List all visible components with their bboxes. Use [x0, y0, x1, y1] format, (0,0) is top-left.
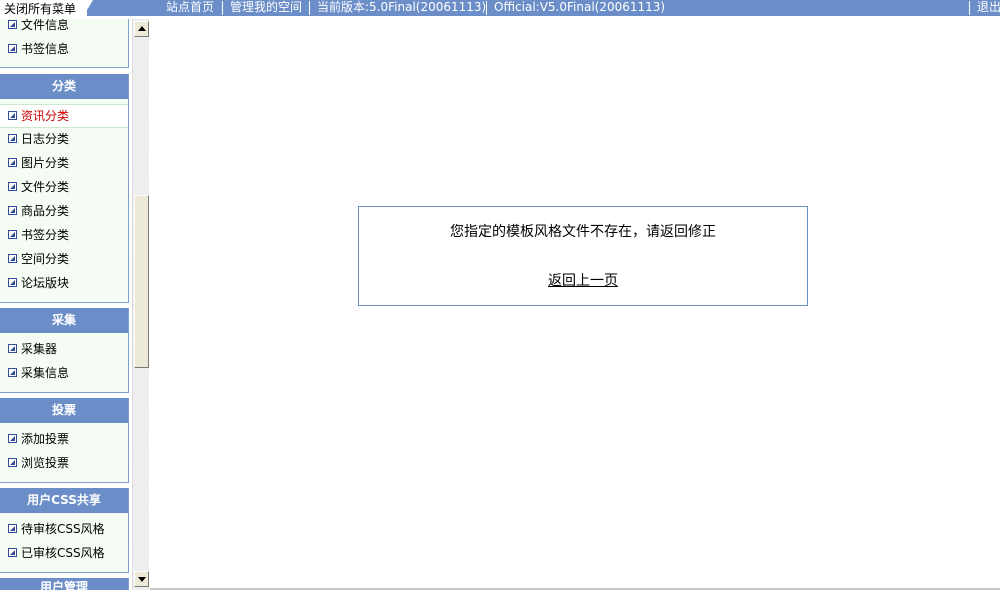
arrow-square-icon	[8, 254, 17, 263]
close-all-menus-tab[interactable]: 关闭所有菜单	[0, 0, 93, 19]
arrow-square-icon	[8, 548, 17, 557]
menu-item-collector[interactable]: 采集器	[0, 338, 128, 362]
menu-box-css-share: 用户CSS共享 待审核CSS风格 已审核CSS风格	[0, 488, 129, 573]
menu-item-bookmark-info[interactable]: 书签信息	[0, 38, 128, 62]
error-message-box: 您指定的模板风格文件不存在，请返回修正 返回上一页	[358, 206, 808, 306]
current-version-text: 当前版本:5.0Final(20061113)	[317, 0, 487, 14]
menu-item-file-category[interactable]: 文件分类	[0, 176, 128, 200]
menu-item-browse-vote[interactable]: 浏览投票	[0, 452, 128, 476]
menu-item-file-info[interactable]: 文件信息	[0, 19, 128, 38]
menu-header-category[interactable]: 分类	[0, 74, 128, 99]
menu-box-vote: 投票 添加投票 浏览投票	[0, 398, 129, 483]
menu-header-vote[interactable]: 投票	[0, 398, 128, 423]
menu-header-collect[interactable]: 采集	[0, 308, 128, 333]
menu-item-space-category[interactable]: 空间分类	[0, 248, 128, 272]
arrow-square-icon	[8, 434, 17, 443]
arrow-square-icon	[8, 524, 17, 533]
arrow-square-icon	[8, 230, 17, 239]
arrow-square-icon	[8, 134, 17, 143]
manage-my-space-link[interactable]: 管理我的空间	[230, 0, 302, 16]
top-separator	[486, 1, 487, 15]
scroll-down-button[interactable]	[134, 571, 149, 587]
menu-item-news-category[interactable]: 资讯分类	[0, 104, 128, 128]
top-separator	[222, 1, 223, 15]
arrow-square-icon	[8, 344, 17, 353]
menu-item-collect-info[interactable]: 采集信息	[0, 362, 128, 386]
arrow-square-icon	[8, 182, 17, 191]
scroll-up-button[interactable]	[134, 21, 149, 37]
menu-item-pending-css[interactable]: 待审核CSS风格	[0, 518, 128, 542]
site-home-link[interactable]: 站点首页	[166, 0, 214, 16]
arrow-square-icon	[8, 206, 17, 215]
menu-box-info: 文件信息 书签信息	[0, 19, 129, 68]
menu-box-user-manage: 用户管理	[0, 578, 129, 590]
arrow-square-icon	[8, 458, 17, 467]
arrow-square-icon	[8, 368, 17, 377]
menu-item-bookmark-category[interactable]: 书签分类	[0, 224, 128, 248]
menu-box-collect: 采集 采集器 采集信息	[0, 308, 129, 393]
menu-header-css-share[interactable]: 用户CSS共享	[0, 488, 128, 513]
logout-link[interactable]: 退出	[977, 0, 1000, 16]
back-link[interactable]: 返回上一页	[359, 270, 807, 290]
top-separator	[969, 1, 970, 15]
menu-header-user-manage[interactable]: 用户管理	[0, 578, 128, 590]
menu-item-image-category[interactable]: 图片分类	[0, 152, 128, 176]
official-version-link[interactable]: Official:V5.0Final(20061113)	[494, 0, 665, 16]
error-message-text: 您指定的模板风格文件不存在，请返回修正	[450, 224, 716, 240]
arrow-square-icon	[8, 111, 17, 120]
menu-item-blog-category[interactable]: 日志分类	[0, 128, 128, 152]
menu-box-category: 分类 资讯分类 日志分类 图片分类 文件分类 商品分类 书签分类 空间分类 论坛…	[0, 74, 129, 303]
scrollbar-thumb[interactable]	[134, 195, 149, 368]
top-separator	[309, 1, 310, 15]
arrow-square-icon	[8, 278, 17, 287]
menu-scrollbar[interactable]	[132, 19, 149, 590]
menu-item-goods-category[interactable]: 商品分类	[0, 200, 128, 224]
menu-item-forum-board[interactable]: 论坛版块	[0, 272, 128, 296]
arrow-square-icon	[8, 158, 17, 167]
arrow-down-icon	[138, 577, 146, 582]
menu-item-add-vote[interactable]: 添加投票	[0, 428, 128, 452]
arrow-square-icon	[8, 20, 17, 29]
arrow-square-icon	[8, 44, 17, 53]
left-menu: 文件信息 书签信息 分类 资讯分类 日志分类 图片分类 文件分类 商品分类 书签…	[0, 19, 130, 590]
arrow-up-icon	[138, 26, 146, 31]
menu-item-approved-css[interactable]: 已审核CSS风格	[0, 542, 128, 566]
